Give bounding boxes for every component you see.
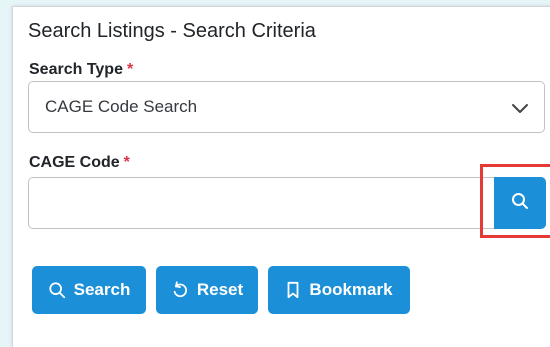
search-button-label: Search bbox=[73, 280, 131, 299]
search-button[interactable]: Search bbox=[32, 266, 146, 314]
cage-code-input[interactable] bbox=[28, 177, 494, 229]
search-type-selected-value: CAGE Code Search bbox=[45, 97, 198, 116]
reset-button-label: Reset bbox=[196, 280, 244, 299]
bookmark-button[interactable]: Bookmark bbox=[268, 266, 410, 314]
reset-button[interactable]: Reset bbox=[156, 266, 258, 314]
search-type-label-text: Search Type bbox=[29, 61, 123, 78]
bookmark-button-label: Bookmark bbox=[309, 280, 393, 299]
highlight-box bbox=[480, 164, 550, 238]
panel-title: Search Listings - Search Criteria bbox=[28, 20, 316, 42]
required-asterisk: * bbox=[123, 154, 130, 171]
cage-code-label: CAGE Code * bbox=[29, 154, 130, 172]
reset-icon bbox=[171, 281, 189, 299]
search-icon bbox=[48, 281, 66, 299]
search-type-label: Search Type * bbox=[29, 61, 133, 79]
cage-code-label-text: CAGE Code bbox=[29, 154, 120, 171]
bookmark-icon bbox=[285, 281, 301, 299]
search-type-select[interactable]: CAGE Code Search bbox=[28, 81, 545, 133]
chevron-down-icon bbox=[510, 98, 530, 118]
required-asterisk: * bbox=[126, 61, 134, 78]
